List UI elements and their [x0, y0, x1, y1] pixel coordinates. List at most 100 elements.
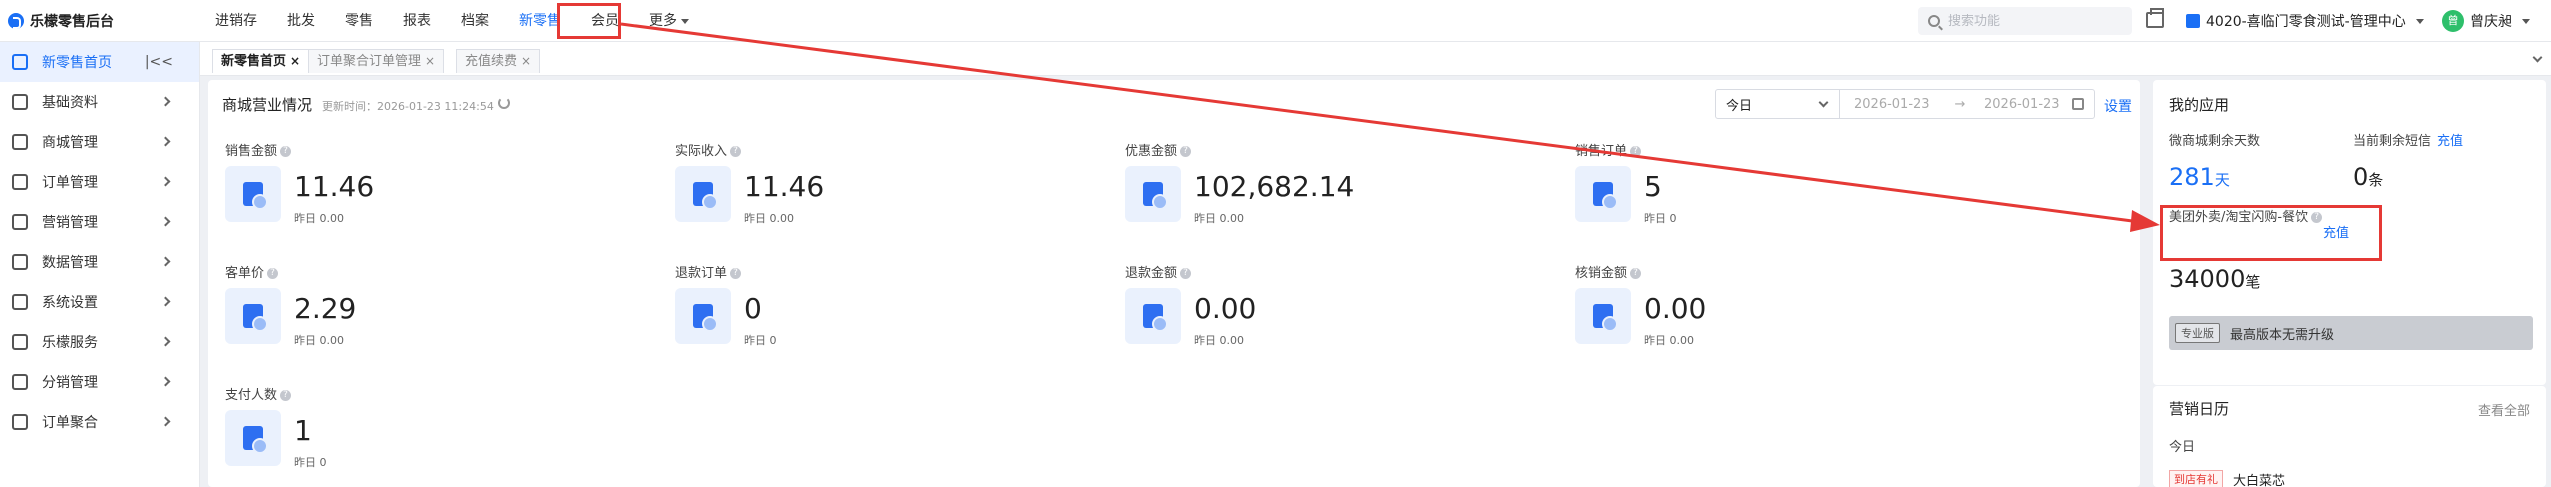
metric-value: 102,682.14	[1194, 170, 1355, 203]
close-icon[interactable]: ×	[521, 54, 531, 68]
metric-label: 销售订单	[1575, 144, 1628, 159]
upgrade-text: 最高版本无需升级	[2230, 327, 2335, 343]
close-icon[interactable]: ×	[290, 54, 300, 68]
user-name: 曾庆昶	[2470, 14, 2512, 30]
metric-refund-orders: 退款订单? 0 昨日 0	[658, 262, 1098, 382]
sidebar-item-order-aggregation[interactable]: 订单聚合	[0, 402, 199, 442]
sidebar-item-label: 新零售首页	[42, 55, 112, 71]
metric-value: 5	[1644, 170, 1662, 203]
help-icon[interactable]: ?	[1630, 268, 1642, 279]
metric-sales-orders: 销售订单? 5 昨日 0	[1558, 140, 1998, 260]
refresh-icon[interactable]	[498, 97, 510, 109]
mall-days-value: 281	[2169, 163, 2215, 191]
sidebar-item-mall[interactable]: 商城管理	[0, 122, 199, 162]
app-title: 乐檬零售后台	[30, 14, 114, 30]
mall-overview-card: 商城营业情况 更新时间：2026-01-23 11:24:54 今日 2026-…	[208, 80, 2140, 487]
marketing-calendar-panel: 营销日历 查看全部 今日 到店有礼 大白菜芯	[2153, 386, 2546, 487]
metric-yesterday: 昨日 0.00	[1194, 212, 1244, 225]
chart-icon	[12, 254, 28, 270]
metric-value: 11.46	[294, 170, 375, 203]
caret-down-icon	[2415, 18, 2424, 24]
sidebar-item-marketing[interactable]: 营销管理	[0, 202, 199, 242]
metric-label: 客单价	[225, 266, 265, 281]
nav-item-wholesale[interactable]: 批发	[272, 0, 330, 42]
sidebar-item-distribution[interactable]: 分销管理	[0, 362, 199, 402]
sidebar-item-orders[interactable]: 订单管理	[0, 162, 199, 202]
metric-yesterday: 昨日 0.00	[1644, 334, 1694, 347]
nav-item-archives[interactable]: 档案	[446, 0, 504, 42]
metric-yesterday: 昨日 0.00	[294, 334, 344, 347]
marketing-icon	[12, 214, 28, 230]
writeoff-icon	[1575, 288, 1631, 344]
help-icon[interactable]: ?	[1630, 146, 1642, 157]
sms-unit: 条	[2368, 171, 2384, 189]
sidebar: 新零售首页 |<< 基础资料 商城管理 订单管理 营销管理 数据管理 系统设置 …	[0, 42, 200, 487]
help-icon[interactable]: ?	[1180, 268, 1192, 279]
close-icon[interactable]: ×	[425, 54, 435, 68]
nav-item-inventory[interactable]: 进销存	[200, 0, 272, 42]
metric-yesterday: 昨日 0.00	[294, 212, 344, 225]
help-icon[interactable]: ?	[267, 268, 279, 279]
view-all-link[interactable]: 查看全部	[2478, 400, 2530, 419]
nav-more-label: 更多	[649, 13, 677, 29]
help-icon[interactable]: ?	[730, 146, 742, 157]
date-start[interactable]: 2026-01-23	[1840, 97, 1950, 112]
sidebar-item-label: 订单管理	[42, 175, 98, 191]
chevron-right-icon	[160, 296, 171, 307]
sidebar-item-data[interactable]: 数据管理	[0, 242, 199, 282]
tab-bar: 新零售首页 × 订单聚合订单管理 × 充值续费 ×	[200, 42, 2551, 76]
page-title: 商城营业情况	[222, 96, 313, 114]
meituan-value: 34000	[2169, 265, 2246, 293]
user-menu[interactable]: 曾 曾庆昶	[2442, 0, 2530, 42]
app-logo[interactable]: 乐檬零售后台	[8, 0, 114, 42]
sidebar-item-settings[interactable]: 系统设置	[0, 282, 199, 322]
caret-down-icon	[681, 18, 689, 24]
printer-icon[interactable]	[2146, 8, 2164, 28]
nav-item-reports[interactable]: 报表	[388, 0, 446, 42]
date-preset-select[interactable]: 今日	[1716, 90, 1840, 118]
chevron-down-icon[interactable]	[2532, 52, 2543, 63]
shop-icon	[12, 134, 28, 150]
store-selector[interactable]: 4020-喜临门零食测试-管理中心	[2186, 0, 2424, 42]
search-box[interactable]	[1918, 7, 2132, 35]
gear-icon	[12, 294, 28, 310]
metric-value: 0.00	[1644, 292, 1707, 325]
update-time: 更新时间：2026-01-23 11:24:54	[322, 100, 494, 113]
tab-label: 订单聚合订单管理	[317, 54, 422, 69]
tab-label: 充值续费	[465, 54, 518, 69]
tab-recharge[interactable]: 充值续费 ×	[456, 49, 541, 73]
metric-payers: 支付人数? 1 昨日 0	[208, 384, 648, 487]
settings-link[interactable]: 设置	[2104, 96, 2132, 116]
sidebar-item-service[interactable]: 乐檬服务	[0, 322, 199, 362]
metric-value: 0.00	[1194, 292, 1257, 325]
sms-value: 0	[2353, 163, 2369, 191]
tab-new-retail-home[interactable]: 新零售首页 ×	[212, 49, 310, 73]
metric-label: 实际收入	[675, 144, 728, 159]
date-preset-value: 今日	[1726, 98, 1753, 114]
nav-item-more[interactable]: 更多	[634, 0, 704, 42]
upgrade-banner: 专业版 最高版本无需升级	[2169, 316, 2533, 350]
nav-item-retail[interactable]: 零售	[330, 0, 388, 42]
search-input[interactable]	[1948, 13, 2118, 29]
sms-recharge-link[interactable]: 充值	[2437, 134, 2463, 149]
help-icon[interactable]: ?	[1180, 146, 1192, 157]
date-range-picker[interactable]: 今日 2026-01-23 → 2026-01-23	[1715, 89, 2095, 119]
grid-icon	[12, 94, 28, 110]
metric-refund-amount: 退款金额? 0.00 昨日 0.00	[1108, 262, 1548, 382]
store-icon	[2186, 14, 2200, 28]
sidebar-item-home[interactable]: 新零售首页 |<<	[0, 42, 199, 82]
tab-order-aggregation[interactable]: 订单聚合订单管理 ×	[308, 49, 445, 73]
sidebar-item-basic-data[interactable]: 基础资料	[0, 82, 199, 122]
sidebar-item-label: 商城管理	[42, 135, 98, 151]
discount-bag-icon	[1125, 166, 1181, 222]
metric-yesterday: 昨日 0	[744, 334, 777, 347]
help-icon[interactable]: ?	[280, 146, 292, 157]
sms-label: 当前剩余短信	[2353, 134, 2432, 149]
help-icon[interactable]: ?	[730, 268, 742, 279]
metric-label: 核销金额	[1575, 266, 1628, 281]
date-end[interactable]: 2026-01-23	[1970, 97, 2080, 112]
collapse-sidebar-icon[interactable]: |<<	[145, 54, 173, 70]
event-item[interactable]: 大白菜芯	[2233, 470, 2285, 487]
help-icon[interactable]: ?	[280, 390, 292, 401]
chevron-right-icon	[160, 176, 171, 187]
